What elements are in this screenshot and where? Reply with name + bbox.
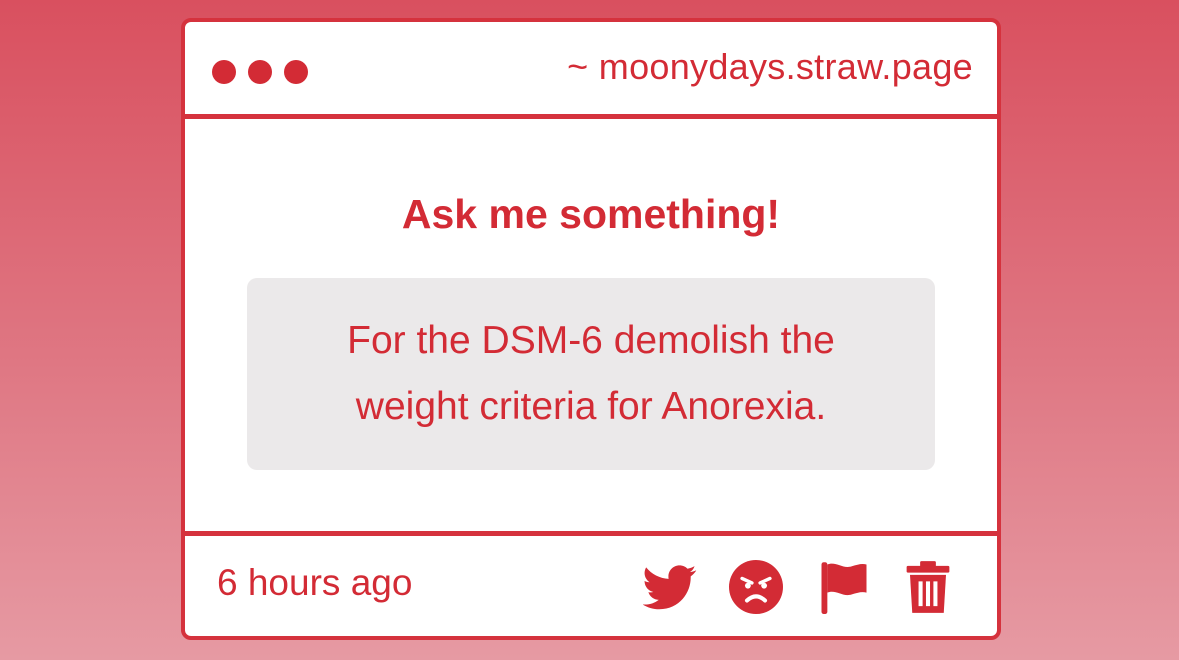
question-content: Ask me something! For the DSM-6 demolish… [185,119,997,531]
twitter-icon [643,565,697,610]
report-button[interactable] [817,560,871,614]
window-controls [212,60,308,84]
flag-icon [821,562,867,614]
question-card: ~ moonydays.straw.page Ask me something!… [181,18,1001,640]
window-titlebar: ~ moonydays.straw.page [185,22,997,119]
delete-button[interactable] [901,560,955,614]
card-footer: 6 hours ago [185,531,997,636]
question-box: For the DSM-6 demolish the weight criter… [247,278,935,470]
question-text: For the DSM-6 demolish the weight criter… [347,319,835,428]
window-dot-1[interactable] [212,60,236,84]
page-url[interactable]: ~ moonydays.straw.page [567,46,973,88]
window-dot-3[interactable] [284,60,308,84]
timestamp: 6 hours ago [217,562,413,603]
react-angry-button[interactable] [729,560,783,614]
angry-face-icon [729,560,783,614]
window-dot-2[interactable] [248,60,272,84]
share-twitter-button[interactable] [643,560,697,614]
page-title: Ask me something! [401,191,781,237]
trash-icon [906,561,950,613]
